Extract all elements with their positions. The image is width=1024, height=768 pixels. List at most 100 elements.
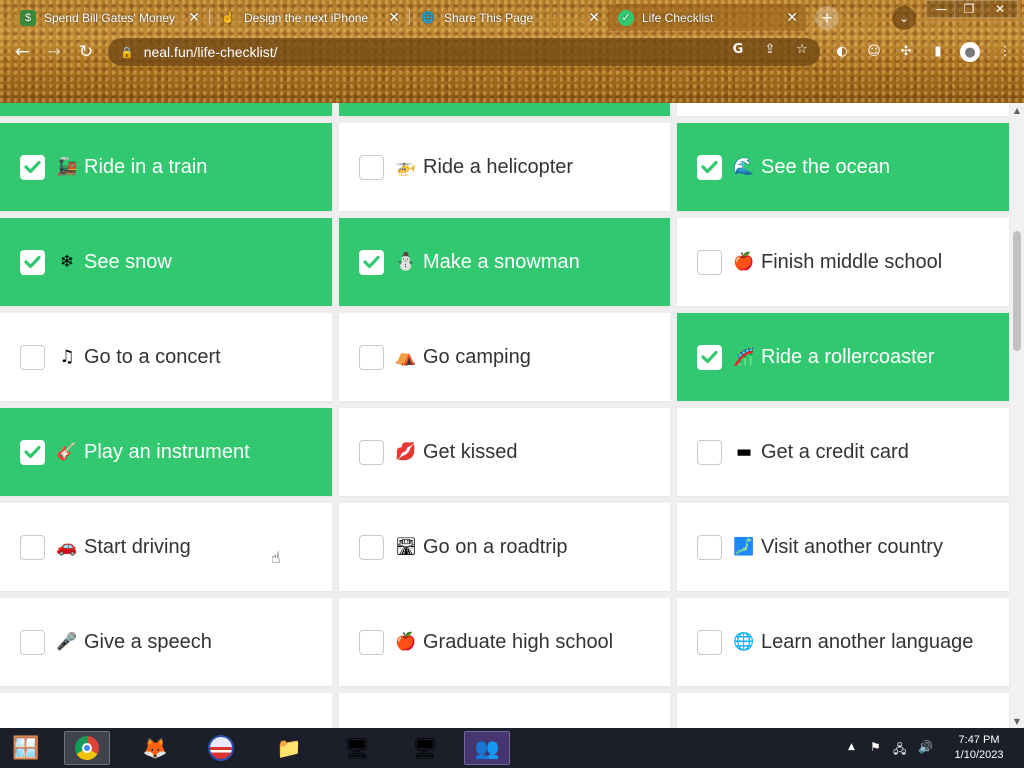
close-tab-icon[interactable]: ✕ — [786, 9, 798, 26]
page-scrollbar[interactable]: ▲ ▼ — [1010, 103, 1024, 728]
system-clock[interactable]: 7:47 PM 1/10/2023 — [944, 733, 1014, 763]
checkbox[interactable] — [359, 249, 384, 275]
checklist-item[interactable]: ⛺ Go camping — [339, 313, 670, 401]
maximize-button[interactable]: ❐ — [954, 0, 984, 18]
checkbox[interactable] — [20, 439, 45, 465]
menu-kebab-icon[interactable]: ⋮ — [996, 42, 1014, 60]
checklist-item-label: Ride in a train — [84, 155, 208, 178]
share-icon[interactable]: ⇪ — [762, 41, 778, 57]
app-logo-taskbar-icon[interactable] — [198, 731, 244, 765]
tab-title: Design the next iPhone — [244, 10, 369, 25]
action-center-flag-icon[interactable]: ⚑ — [870, 740, 881, 754]
bookmark-star-icon[interactable]: ☆ — [794, 41, 810, 57]
checkbox[interactable] — [697, 439, 722, 465]
checkbox[interactable] — [359, 439, 384, 465]
checkbox[interactable] — [359, 154, 384, 180]
tab-spend-bill-gates-money[interactable]: $ Spend Bill Gates' Money ✕ — [10, 4, 208, 31]
close-window-button[interactable]: ✕ — [982, 0, 1018, 18]
checklist-item[interactable]: 🛣 Go on a roadtrip — [339, 503, 670, 591]
checklist-item-partial[interactable] — [339, 693, 670, 728]
checklist-item[interactable]: ▬ Get a credit card — [677, 408, 1009, 496]
checklist-item-partial[interactable] — [677, 693, 1009, 728]
checklist-item[interactable]: 🌊 See the ocean — [677, 123, 1009, 211]
checklist-item[interactable]: 🗾 Visit another country — [677, 503, 1009, 591]
tab-share-this-page[interactable]: 🌐 Share This Page ✕ — [410, 4, 608, 31]
item-emoji-icon: 🌊 — [733, 157, 755, 177]
google-icon[interactable]: G — [730, 41, 746, 57]
checkbox[interactable] — [359, 534, 384, 560]
tab-search-button[interactable]: ⌄ — [892, 6, 916, 30]
checklist-item[interactable]: 🍎 Graduate high school — [339, 598, 670, 686]
lock-icon: 🔒 — [120, 45, 134, 59]
back-button[interactable]: ← — [11, 41, 33, 63]
checkbox[interactable] — [359, 629, 384, 655]
remote-desktop-taskbar-icon[interactable]: 🖥 — [334, 731, 380, 765]
checklist-item[interactable]: 🎤 Give a speech — [0, 598, 332, 686]
extension-avatar-icon[interactable]: ☺ — [865, 42, 883, 60]
extensions-puzzle-icon[interactable]: ✣ — [897, 42, 915, 60]
checkbox[interactable] — [20, 344, 45, 370]
checkbox[interactable] — [697, 154, 722, 180]
checklist-item-label: See the ocean — [761, 155, 890, 178]
tab-life-checklist[interactable]: ✓ Life Checklist ✕ — [608, 4, 806, 31]
checkmark-icon — [24, 445, 41, 459]
checkbox[interactable] — [20, 249, 45, 275]
checkbox[interactable] — [20, 154, 45, 180]
new-tab-button[interactable]: + — [815, 6, 839, 30]
checklist-item-partial[interactable] — [339, 103, 670, 116]
checkbox[interactable] — [359, 344, 384, 370]
checklist-item[interactable]: ♫ Go to a concert — [0, 313, 332, 401]
checklist-item-label: Start driving — [84, 535, 191, 558]
checkbox[interactable] — [20, 629, 45, 655]
address-bar[interactable]: 🔒 neal.fun/life-checklist/ — [108, 38, 820, 66]
checkbox[interactable] — [697, 629, 722, 655]
network-app-taskbar-icon[interactable]: 👥 — [464, 731, 510, 765]
checklist-item[interactable]: 🎸 Play an instrument — [0, 408, 332, 496]
item-emoji-icon: 🌐 — [733, 632, 755, 652]
profile-avatar-icon[interactable]: ● — [960, 42, 980, 62]
checklist-item[interactable]: 💋 Get kissed — [339, 408, 670, 496]
network-icon[interactable]: 🖧 — [893, 740, 906, 761]
item-emoji-icon: ⛺ — [395, 347, 417, 367]
browser-chrome: $ Spend Bill Gates' Money ✕ ☝ Design the… — [0, 0, 1024, 103]
extension-flag-icon[interactable]: ◐ — [833, 42, 851, 60]
minimize-button[interactable]: — — [926, 0, 956, 18]
scrollbar-thumb[interactable] — [1013, 231, 1021, 351]
checklist-item-partial[interactable] — [0, 103, 332, 116]
side-panel-icon[interactable]: ▮ — [929, 42, 947, 60]
close-tab-icon[interactable]: ✕ — [188, 9, 200, 26]
chrome-taskbar-icon[interactable] — [64, 731, 110, 765]
tab-title: Share This Page — [444, 10, 534, 25]
checklist-item[interactable]: 🚂 Ride in a train — [0, 123, 332, 211]
checklist-item[interactable]: ❄ See snow — [0, 218, 332, 306]
firefox-taskbar-icon[interactable]: 🦊 — [132, 731, 178, 765]
forward-button[interactable]: → — [43, 41, 65, 63]
checklist-item[interactable]: 🍎 Finish middle school — [677, 218, 1009, 306]
checklist-item[interactable]: 🚗 Start driving — [0, 503, 332, 591]
checkbox[interactable] — [697, 249, 722, 275]
item-emoji-icon: ♫ — [59, 347, 75, 367]
scroll-up-icon[interactable]: ▲ — [1010, 103, 1024, 117]
start-button[interactable]: 🪟 — [3, 731, 49, 765]
checklist-item[interactable]: 🎢 Ride a rollercoaster — [677, 313, 1009, 401]
item-emoji-icon: 🚂 — [56, 157, 78, 177]
tab-design-next-iphone[interactable]: ☝ Design the next iPhone ✕ — [210, 4, 408, 31]
checklist-item-partial[interactable] — [0, 693, 332, 728]
checklist-item[interactable]: 🚁 Ride a helicopter — [339, 123, 670, 211]
checklist-item[interactable]: 🌐 Learn another language — [677, 598, 1009, 686]
volume-icon[interactable]: 🔊 — [918, 740, 933, 754]
checklist-item-label: Ride a helicopter — [423, 155, 574, 178]
close-tab-icon[interactable]: ✕ — [588, 9, 600, 26]
checkbox[interactable] — [697, 344, 722, 370]
scroll-down-icon[interactable]: ▼ — [1010, 714, 1024, 728]
checkbox[interactable] — [20, 534, 45, 560]
reload-button[interactable]: ↻ — [75, 41, 97, 63]
checkbox[interactable] — [697, 534, 722, 560]
file-explorer-taskbar-icon[interactable]: 📁 — [266, 731, 312, 765]
close-tab-icon[interactable]: ✕ — [388, 9, 400, 26]
checklist-item-partial[interactable] — [677, 103, 1009, 116]
item-emoji-icon: 🍎 — [733, 252, 755, 272]
remote-desktop-2-taskbar-icon[interactable]: 🖥 — [402, 731, 448, 765]
show-hidden-icons-icon[interactable]: ▲ — [848, 742, 855, 752]
checklist-item[interactable]: ⛄ Make a snowman — [339, 218, 670, 306]
